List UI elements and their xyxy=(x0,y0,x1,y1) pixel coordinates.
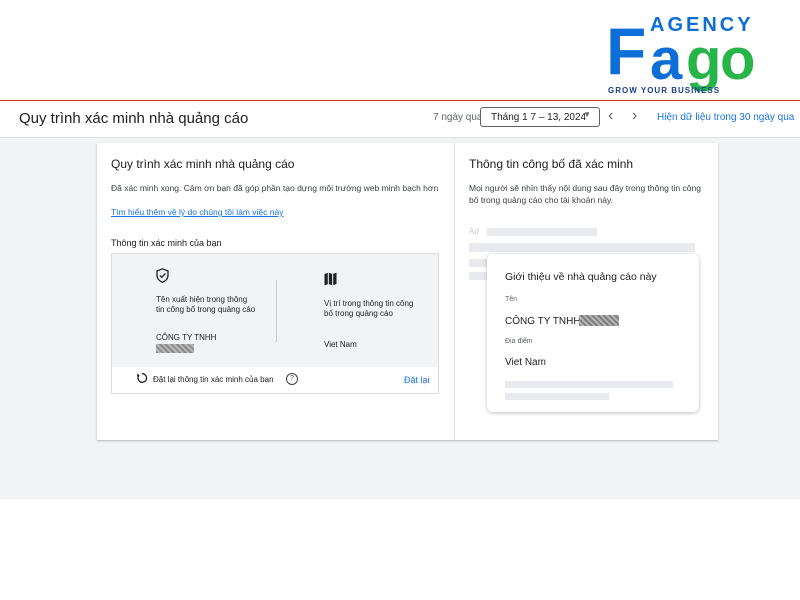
reset-verification-label: Đặt lại thông tin xác minh của bạn xyxy=(153,375,274,384)
caret-down-icon: ▼ xyxy=(583,110,591,119)
popup-name-label: Tên xyxy=(505,296,518,303)
chevron-right-icon[interactable]: › xyxy=(632,107,637,125)
chevron-left-icon[interactable]: ‹ xyxy=(608,107,613,125)
logo-tagline: GROW YOUR BUSINESS xyxy=(608,86,721,95)
popup-country: Viet Nam xyxy=(505,357,546,368)
redacted-company-name xyxy=(579,315,619,326)
date-range-value: Tháng 1 7 – 13, 2024 xyxy=(491,112,587,123)
app-window: Quy trình xác minh nhà quảng cáo 7 ngày … xyxy=(0,100,800,499)
location-field-label: Vị trí trong thông tin công bố trong quả… xyxy=(324,299,414,318)
logo-letter-a: a xyxy=(650,27,683,92)
fago-logo: AGENCY F a g o GROW YOUR BUSINESS xyxy=(606,14,776,98)
left-section-title: Quy trình xác minh nhà quảng cáo xyxy=(111,157,295,171)
reset-button[interactable]: Đặt lại xyxy=(404,375,430,385)
verification-details: Tên xuất hiện trong thông tin công bố tr… xyxy=(112,254,438,367)
redacted-company-name xyxy=(156,344,194,353)
page-title: Quy trình xác minh nhà quảng cáo xyxy=(19,110,249,127)
column-divider xyxy=(454,143,455,440)
popup-placeholder-line xyxy=(505,381,673,388)
verification-description: Đã xác minh xong. Cảm ơn bạn đã góp phần… xyxy=(111,183,439,193)
details-divider xyxy=(276,280,277,342)
company-name-value: CÔNG TY TNHH xyxy=(156,333,217,342)
disclosure-description: Mọi người sẽ nhìn thấy nội dung sau đây … xyxy=(469,183,701,205)
popup-company-name: CÔNG TY TNHH xyxy=(505,316,581,327)
logo-letter-g: g xyxy=(686,27,722,92)
date-range-select[interactable]: Tháng 1 7 – 13, 2024 ▼ xyxy=(480,107,600,127)
reset-icon xyxy=(137,373,148,383)
map-icon xyxy=(324,272,337,286)
popup-location-label: Địa điểm xyxy=(505,338,533,345)
popup-title: Giới thiệu về nhà quảng cáo này xyxy=(505,271,657,283)
page-header: Quy trình xác minh nhà quảng cáo 7 ngày … xyxy=(0,101,800,138)
show-30-days-link[interactable]: Hiện dữ liệu trong 30 ngày qua xyxy=(657,112,794,123)
name-field-label: Tên xuất hiện trong thông tin công bố tr… xyxy=(156,295,256,314)
learn-more-link[interactable]: Tìm hiểu thêm về lý do chúng tôi làm việ… xyxy=(111,207,283,217)
shield-check-icon xyxy=(156,268,169,283)
logo-letter-o: o xyxy=(720,27,756,92)
advertiser-info-popup: Giới thiệu về nhà quảng cáo này Tên CÔNG… xyxy=(487,254,699,412)
right-section-title: Thông tin công bố đã xác minh xyxy=(469,157,634,171)
ad-placeholder-line xyxy=(487,228,597,236)
verification-card: Quy trình xác minh nhà quảng cáo Đã xác … xyxy=(97,143,718,440)
help-icon[interactable]: ? xyxy=(286,373,298,385)
location-value: Viet Nam xyxy=(324,340,357,349)
your-info-subtitle: Thông tin xác minh của bạn xyxy=(111,238,222,248)
date-range-label: 7 ngày qua xyxy=(433,112,483,123)
verification-info-box: Tên xuất hiện trong thông tin công bố tr… xyxy=(111,253,439,394)
popup-placeholder-line xyxy=(505,393,609,400)
logo-letter-f: F xyxy=(606,14,647,88)
ad-placeholder-line xyxy=(469,243,695,252)
ad-preview-label: Ad xyxy=(469,227,479,236)
